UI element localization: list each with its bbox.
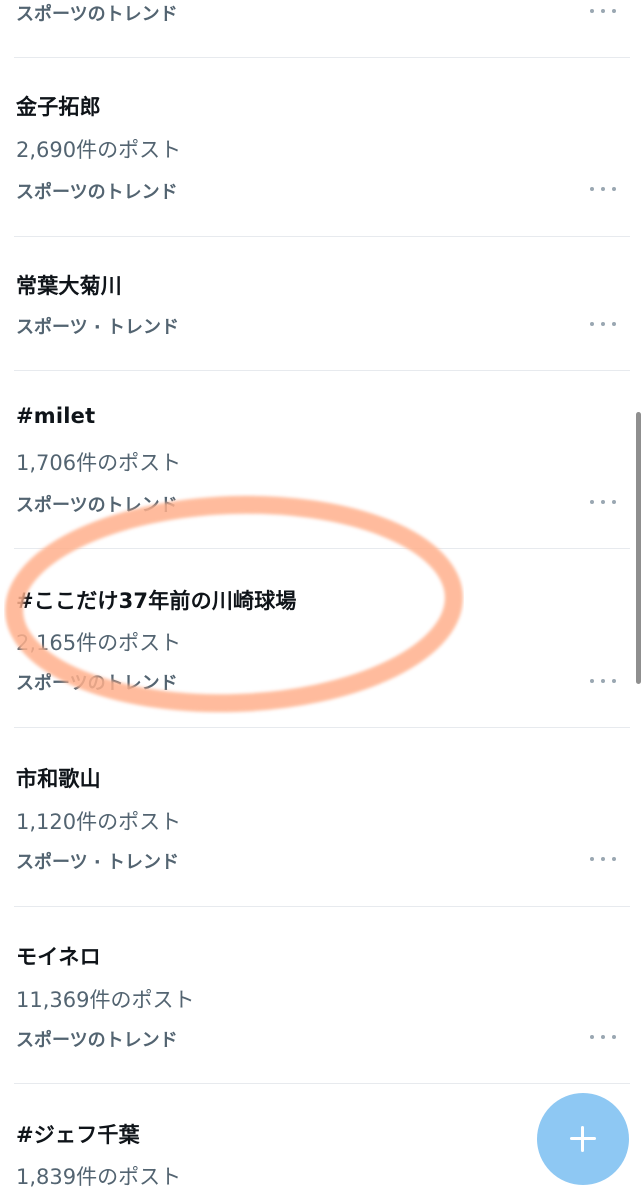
trend-item[interactable]: モイネロ 11,369件のポスト スポーツのトレンド [0,907,644,1083]
more-options-icon[interactable] [590,182,616,196]
trend-post-count: 11,369件のポスト [16,988,195,1012]
trend-item[interactable]: 常葉大菊川 スポーツ · トレンド [0,237,644,370]
trend-title: #ここだけ37年前の川崎球場 [16,589,297,613]
trend-category: スポーツのトレンド [16,182,178,203]
trend-category: スポーツ · トレンド [16,852,180,873]
scrollbar[interactable] [636,412,641,684]
more-options-icon[interactable] [590,495,616,509]
trend-category: スポーツのトレンド [16,1030,178,1051]
trend-title: 市和歌山 [16,767,101,791]
trend-item[interactable]: 金子拓郎 2,690件のポスト スポーツのトレンド [0,58,644,236]
trend-category: スポーツのトレンド [16,4,178,25]
trend-title: 金子拓郎 [16,95,101,119]
trend-item[interactable]: #milet 1,706件のポスト スポーツのトレンド [0,371,644,548]
more-options-icon[interactable] [590,1030,616,1044]
trend-item[interactable]: #ここだけ37年前の川崎球場 2,165件のポスト スポーツのトレンド [0,549,644,727]
trend-post-count: 2,165件のポスト [16,631,182,655]
trend-post-count: 1,706件のポスト [16,451,182,475]
trend-category: スポーツ · トレンド [16,317,180,338]
trend-title: 常葉大菊川 [16,274,122,298]
trend-item[interactable]: 市和歌山 1,120件のポスト スポーツ · トレンド [0,728,644,906]
trend-title: #ジェフ千葉 [16,1123,140,1147]
trend-post-count: 2,690件のポスト [16,138,182,162]
more-options-icon[interactable] [590,4,616,18]
more-options-icon[interactable] [590,317,616,331]
trend-post-count: 1,120件のポスト [16,810,182,834]
more-options-icon[interactable] [590,674,616,688]
trend-item[interactable]: スポーツのトレンド [0,0,644,57]
trend-title: #milet [16,404,96,428]
trend-post-count: 1,839件のポスト [16,1165,182,1189]
trend-title: モイネロ [16,945,101,969]
trends-list: スポーツのトレンド 金子拓郎 2,690件のポスト スポーツのトレンド 常葉大菊… [0,0,644,1200]
trend-category: スポーツのトレンド [16,495,178,516]
trend-category: スポーツのトレンド [16,673,178,694]
compose-button[interactable] [537,1093,629,1185]
more-options-icon[interactable] [590,852,616,866]
